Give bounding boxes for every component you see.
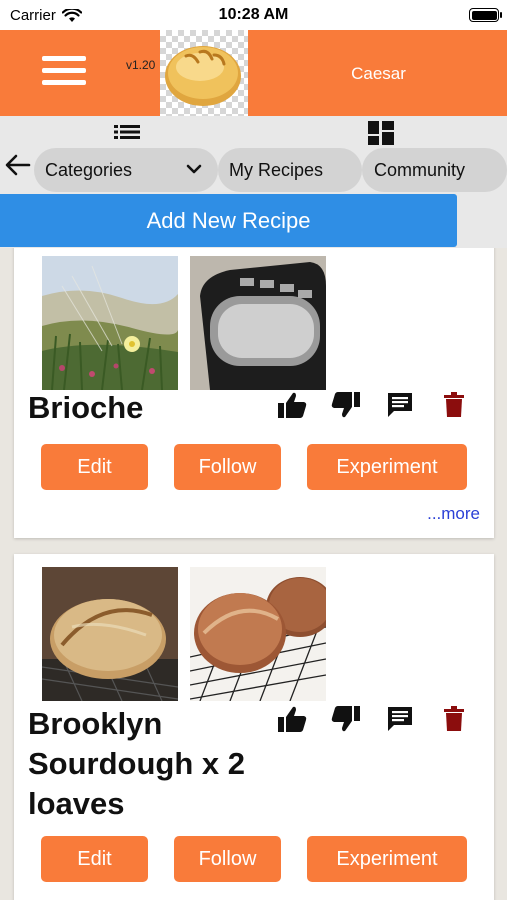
experiment-button[interactable]: Experiment bbox=[307, 444, 467, 490]
status-bar: Carrier 10:28 AM bbox=[0, 0, 507, 30]
app-logo bbox=[160, 30, 248, 116]
recipe-actions bbox=[276, 704, 470, 734]
recipe-feed[interactable]: Brioche Edit Follow Experiment ...more B… bbox=[0, 248, 507, 900]
follow-button[interactable]: Follow bbox=[174, 836, 281, 882]
categories-label: Categories bbox=[45, 159, 133, 180]
comment-icon[interactable] bbox=[384, 704, 416, 734]
grid-view-icon[interactable] bbox=[368, 121, 394, 145]
recipe-photo-sourdough-rack[interactable] bbox=[190, 567, 326, 701]
experiment-button[interactable]: Experiment bbox=[307, 836, 467, 882]
recipe-photo-dunes[interactable] bbox=[42, 256, 178, 390]
battery-icon bbox=[469, 8, 502, 22]
edit-button[interactable]: Edit bbox=[41, 836, 148, 882]
list-view-icon[interactable] bbox=[114, 125, 140, 139]
status-time: 10:28 AM bbox=[218, 6, 289, 23]
thumbs-down-icon[interactable] bbox=[330, 390, 362, 420]
app-header: v1.20 Caesar bbox=[0, 30, 507, 116]
version-label: v1.20 bbox=[126, 58, 156, 72]
chevron-down-icon bbox=[186, 164, 202, 174]
nav-area: Categories My Recipes Community Add New … bbox=[0, 116, 507, 248]
recipe-photo-sourdough-loaf[interactable] bbox=[42, 567, 178, 701]
recipe-card: Brioche Edit Follow Experiment ...more bbox=[14, 248, 494, 538]
thumbs-up-icon[interactable] bbox=[276, 704, 308, 734]
thumbs-up-icon[interactable] bbox=[276, 390, 308, 420]
comment-icon[interactable] bbox=[384, 390, 416, 420]
categories-dropdown[interactable]: Categories bbox=[34, 148, 218, 192]
add-new-recipe-button[interactable]: Add New Recipe bbox=[0, 194, 457, 247]
more-link[interactable]: ...more bbox=[427, 504, 480, 524]
edit-button[interactable]: Edit bbox=[41, 444, 148, 490]
back-arrow-icon[interactable] bbox=[5, 154, 31, 176]
menu-icon[interactable] bbox=[42, 56, 86, 90]
thumbs-down-icon[interactable] bbox=[330, 704, 362, 734]
recipe-actions bbox=[276, 390, 470, 420]
follow-button[interactable]: Follow bbox=[174, 444, 281, 490]
trash-icon[interactable] bbox=[438, 704, 470, 734]
tab-community[interactable]: Community bbox=[362, 148, 507, 192]
recipe-title[interactable]: Brioche bbox=[28, 388, 143, 428]
recipe-card: Brooklyn Sourdough x 2 loaves Edit Follo… bbox=[14, 554, 494, 900]
trash-icon[interactable] bbox=[438, 390, 470, 420]
recipe-title[interactable]: Brooklyn Sourdough x 2 loaves bbox=[28, 704, 298, 824]
user-name[interactable]: Caesar bbox=[250, 64, 507, 84]
tab-my-recipes[interactable]: My Recipes bbox=[218, 148, 362, 192]
recipe-photo-bread-machine[interactable] bbox=[190, 256, 326, 390]
